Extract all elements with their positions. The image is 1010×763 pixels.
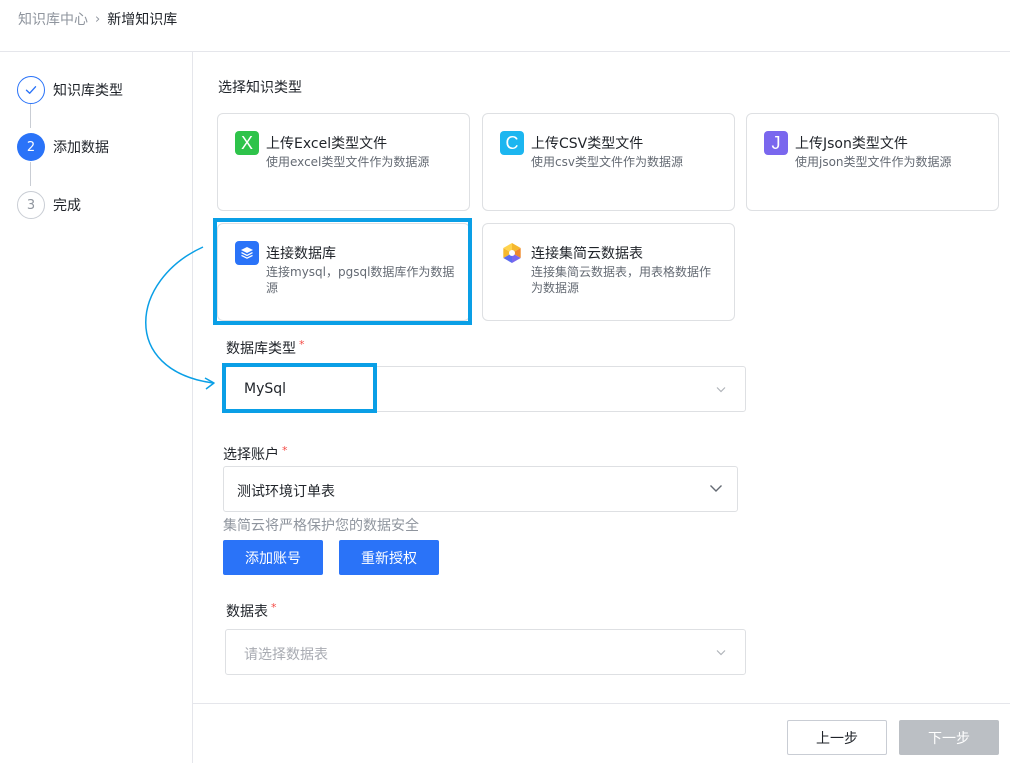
breadcrumb: 知识库中心 › 新增知识库 (18, 9, 177, 29)
step-connector (30, 104, 31, 128)
table-placeholder: 请选择数据表 (244, 647, 328, 663)
next-step-button[interactable]: 下一步 (899, 720, 999, 755)
add-account-button[interactable]: 添加账号 (223, 540, 323, 575)
card-title: 上传Excel类型文件 (266, 136, 388, 152)
check-icon (17, 76, 45, 104)
excel-icon: X (235, 131, 259, 155)
step-number: 3 (17, 191, 45, 219)
select-highlight-box (222, 363, 377, 413)
card-highlight-box (213, 218, 472, 325)
card-title: 上传Json类型文件 (795, 136, 908, 152)
breadcrumb-parent-link[interactable]: 知识库中心 (18, 9, 88, 29)
chevron-right-icon: › (95, 11, 101, 27)
step-label: 完成 (53, 198, 81, 214)
required-mark: * (299, 338, 305, 351)
step-label: 知识库类型 (53, 83, 123, 99)
step-item-add-data: 2 添加数据 (17, 133, 109, 161)
db-type-label: 数据库类型 * (226, 338, 305, 357)
chevron-down-icon (715, 380, 727, 399)
account-value: 测试环境订单表 (237, 484, 335, 500)
reauthorize-button[interactable]: 重新授权 (339, 540, 439, 575)
card-desc: 连接集简云数据表，用表格数据作为数据源 (531, 265, 712, 295)
step-number: 2 (17, 133, 45, 161)
step-label: 添加数据 (53, 140, 109, 156)
required-mark: * (282, 444, 288, 457)
account-label: 选择账户 * (223, 444, 288, 463)
card-desc: 使用csv类型文件作为数据源 (531, 155, 683, 169)
chevron-down-icon (708, 480, 724, 500)
required-mark: * (271, 601, 277, 614)
card-desc: 使用json类型文件作为数据源 (795, 155, 952, 169)
chevron-down-icon (715, 643, 727, 662)
section-title: 选择知识类型 (218, 80, 302, 96)
breadcrumb-current: 新增知识库 (107, 12, 178, 28)
step-item-finish: 3 完成 (17, 191, 81, 219)
step-item-type: 知识库类型 (17, 76, 123, 104)
prev-step-button[interactable]: 上一步 (787, 720, 887, 755)
card-csv[interactable]: C 上传CSV类型文件 使用csv类型文件作为数据源 (482, 113, 735, 211)
card-title: 上传CSV类型文件 (531, 136, 644, 152)
step-sidebar: 知识库类型 2 添加数据 3 完成 (0, 52, 193, 763)
table-label: 数据表 * (226, 601, 277, 620)
account-select[interactable]: 测试环境订单表 (223, 466, 738, 512)
card-excel[interactable]: X 上传Excel类型文件 使用excel类型文件作为数据源 (217, 113, 470, 211)
jijianyun-logo-icon (500, 241, 524, 265)
card-jijianyun[interactable]: 连接集简云数据表 连接集简云数据表，用表格数据作为数据源 (482, 223, 735, 321)
card-desc: 使用excel类型文件作为数据源 (266, 155, 430, 169)
csv-icon: C (500, 131, 524, 155)
table-select[interactable]: 请选择数据表 (225, 629, 746, 675)
step-connector (30, 162, 31, 186)
top-bar: 知识库中心 › 新增知识库 (0, 0, 1010, 52)
json-icon: J (764, 131, 788, 155)
footer-bar: 上一步 下一步 (193, 703, 1010, 763)
security-hint: 集简云将严格保护您的数据安全 (223, 518, 419, 534)
card-title: 连接集简云数据表 (531, 246, 643, 262)
card-json[interactable]: J 上传Json类型文件 使用json类型文件作为数据源 (746, 113, 999, 211)
